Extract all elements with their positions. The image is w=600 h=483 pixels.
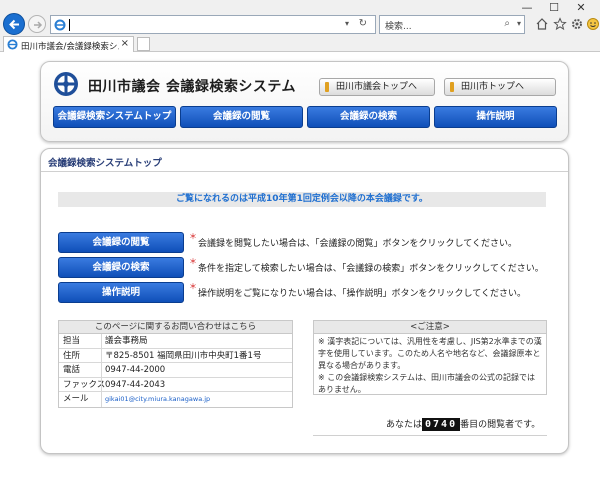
asterisk-mark: ＊ (189, 232, 197, 241)
city-top-label: 田川市トップへ (461, 82, 525, 92)
row-label: メール (63, 394, 89, 404)
search-box[interactable]: 検索... ⌕ ▾ (379, 15, 525, 34)
bullet-icon (450, 82, 454, 92)
contact-table: このページに関するお問い合わせはこちら 担当 議会事務局 住所 〒825-850… (58, 320, 293, 408)
main-panel: 会議録検索システムトップ ご覧になれるのは平成10年第1回定例会以降の本会議録で… (40, 148, 569, 454)
counter-suffix: 番目の閲覧者です。 (460, 420, 541, 430)
search-input[interactable]: 検索... (385, 19, 412, 32)
search-description: 条件を指定して検索したい場合は、「会議録の検索」ボタンをクリックしてください。 (198, 264, 544, 274)
header-panel: 田川市議会 会議録検索システム 田川市議会トップへ 田川市トップへ 会議録検索シ… (40, 61, 569, 142)
counter-prefix: あなたは (386, 420, 423, 430)
help-description: 操作説明をご覧になりたい場合は、「操作説明」ボタンをクリックしてください。 (198, 289, 526, 299)
maximize-icon[interactable]: ☐ (546, 1, 562, 15)
browser-chrome: — ☐ ✕ ▾ ↻ 検索... ⌕ ▾ 田川市議会/会議録検索シ × (0, 0, 600, 52)
browse-description: 会議録を閲覧したい場合は、「会議録の閲覧」ボタンをクリックしてください。 (198, 239, 517, 249)
row-value: 0947-44-2043 (105, 379, 166, 390)
menu-top-button[interactable]: 会議録検索システムトップ (53, 106, 176, 128)
search-button[interactable]: 会議録の検索 (58, 257, 184, 278)
star-icon[interactable] (553, 17, 567, 31)
column-divider (101, 348, 102, 362)
table-row: 担当 議会事務局 (59, 334, 292, 349)
row-value: 0947-44-2000 (105, 365, 166, 375)
divider (41, 171, 568, 172)
caution-heading: <ご注意> (314, 321, 546, 334)
tab-title: 田川市議会/会議録検索シス... (21, 42, 119, 52)
text-cursor (69, 19, 70, 31)
search-dropdown-icon[interactable]: ▾ (517, 19, 521, 28)
city-emblem-logo (54, 72, 78, 96)
table-row: メール gikai01@city.miura.kanagawa.jp (59, 392, 292, 407)
row-label: 電話 (63, 365, 81, 375)
divider (313, 435, 547, 436)
row-label: ファックス (63, 379, 106, 390)
bullet-icon (325, 82, 329, 92)
arrow-left-icon (9, 19, 19, 30)
council-top-label: 田川市議会トップへ (336, 82, 418, 92)
council-top-link[interactable]: 田川市議会トップへ (319, 78, 435, 96)
page-title: 会議録検索システムトップ (48, 158, 162, 169)
email-link[interactable]: gikai01@city.miura.kanagawa.jp (105, 392, 210, 406)
gear-icon[interactable] (570, 17, 584, 31)
caution-box: <ご注意> ※ 漢字表記については、汎用性を考慮し、JIS第2水準までの漢字を使… (313, 320, 547, 395)
table-row: ファックス 0947-44-2043 (59, 377, 292, 392)
tab-close-icon[interactable]: × (121, 38, 129, 49)
row-value: 〒825-8501 福岡県田川市中央町1番1号 (105, 350, 262, 361)
help-button[interactable]: 操作説明 (58, 282, 184, 303)
caution-note-1: ※ 漢字表記については、汎用性を考慮し、JIS第2水準までの漢字を使用しています… (318, 337, 542, 370)
close-window-icon[interactable]: ✕ (573, 1, 589, 15)
minimize-icon[interactable]: — (519, 1, 535, 15)
page-content: 田川市議会 会議録検索システム 田川市議会トップへ 田川市トップへ 会議録検索シ… (0, 53, 600, 483)
menu-browse-button[interactable]: 会議録の閲覧 (180, 106, 303, 128)
address-bar[interactable]: ▾ ↻ (50, 15, 376, 34)
counter-number: 0740 (422, 418, 461, 431)
caution-body: ※ 漢字表記については、汎用性を考慮し、JIS第2水準までの漢字を使用しています… (314, 334, 546, 398)
forward-button[interactable] (28, 15, 46, 33)
column-divider (101, 334, 102, 348)
search-icon[interactable]: ⌕ (504, 18, 510, 29)
asterisk-mark: ＊ (189, 282, 197, 291)
new-tab-button[interactable] (137, 37, 150, 51)
browse-button[interactable]: 会議録の閲覧 (58, 232, 184, 253)
city-top-link[interactable]: 田川市トップへ (444, 78, 556, 96)
contact-heading: このページに関するお問い合わせはこちら (59, 321, 292, 334)
site-title: 田川市議会 会議録検索システム (88, 79, 296, 95)
arrow-right-icon (34, 21, 43, 29)
ie-icon (54, 19, 66, 31)
chevron-down-icon[interactable]: ▾ (345, 19, 349, 28)
menu-search-button[interactable]: 会議録の検索 (307, 106, 430, 128)
column-divider (101, 377, 102, 391)
browser-tab[interactable]: 田川市議会/会議録検索シス... × (3, 36, 134, 52)
row-value: 議会事務局 (105, 336, 148, 346)
visitor-counter: あなたは 0740 番目の閲覧者です。 (386, 417, 540, 431)
refresh-icon[interactable]: ↻ (359, 18, 367, 29)
ie-tab-icon (7, 39, 18, 50)
row-label: 担当 (63, 336, 81, 346)
row-label: 住所 (63, 350, 81, 361)
back-button[interactable] (3, 13, 25, 35)
menu-help-button[interactable]: 操作説明 (434, 106, 557, 128)
caution-note-2: ※ この会議録検索システムは、田川市議会の公式の記録ではありません。 (318, 373, 536, 394)
column-divider (101, 363, 102, 377)
smiley-icon[interactable] (586, 17, 600, 31)
table-row: 電話 0947-44-2000 (59, 363, 292, 378)
home-icon[interactable] (535, 17, 549, 31)
asterisk-mark: ＊ (189, 257, 197, 266)
notice-banner: ご覧になれるのは平成10年第1回定例会以降の本会議録です。 (58, 192, 546, 207)
column-divider (101, 392, 102, 407)
table-row: 住所 〒825-8501 福岡県田川市中央町1番1号 (59, 348, 292, 363)
